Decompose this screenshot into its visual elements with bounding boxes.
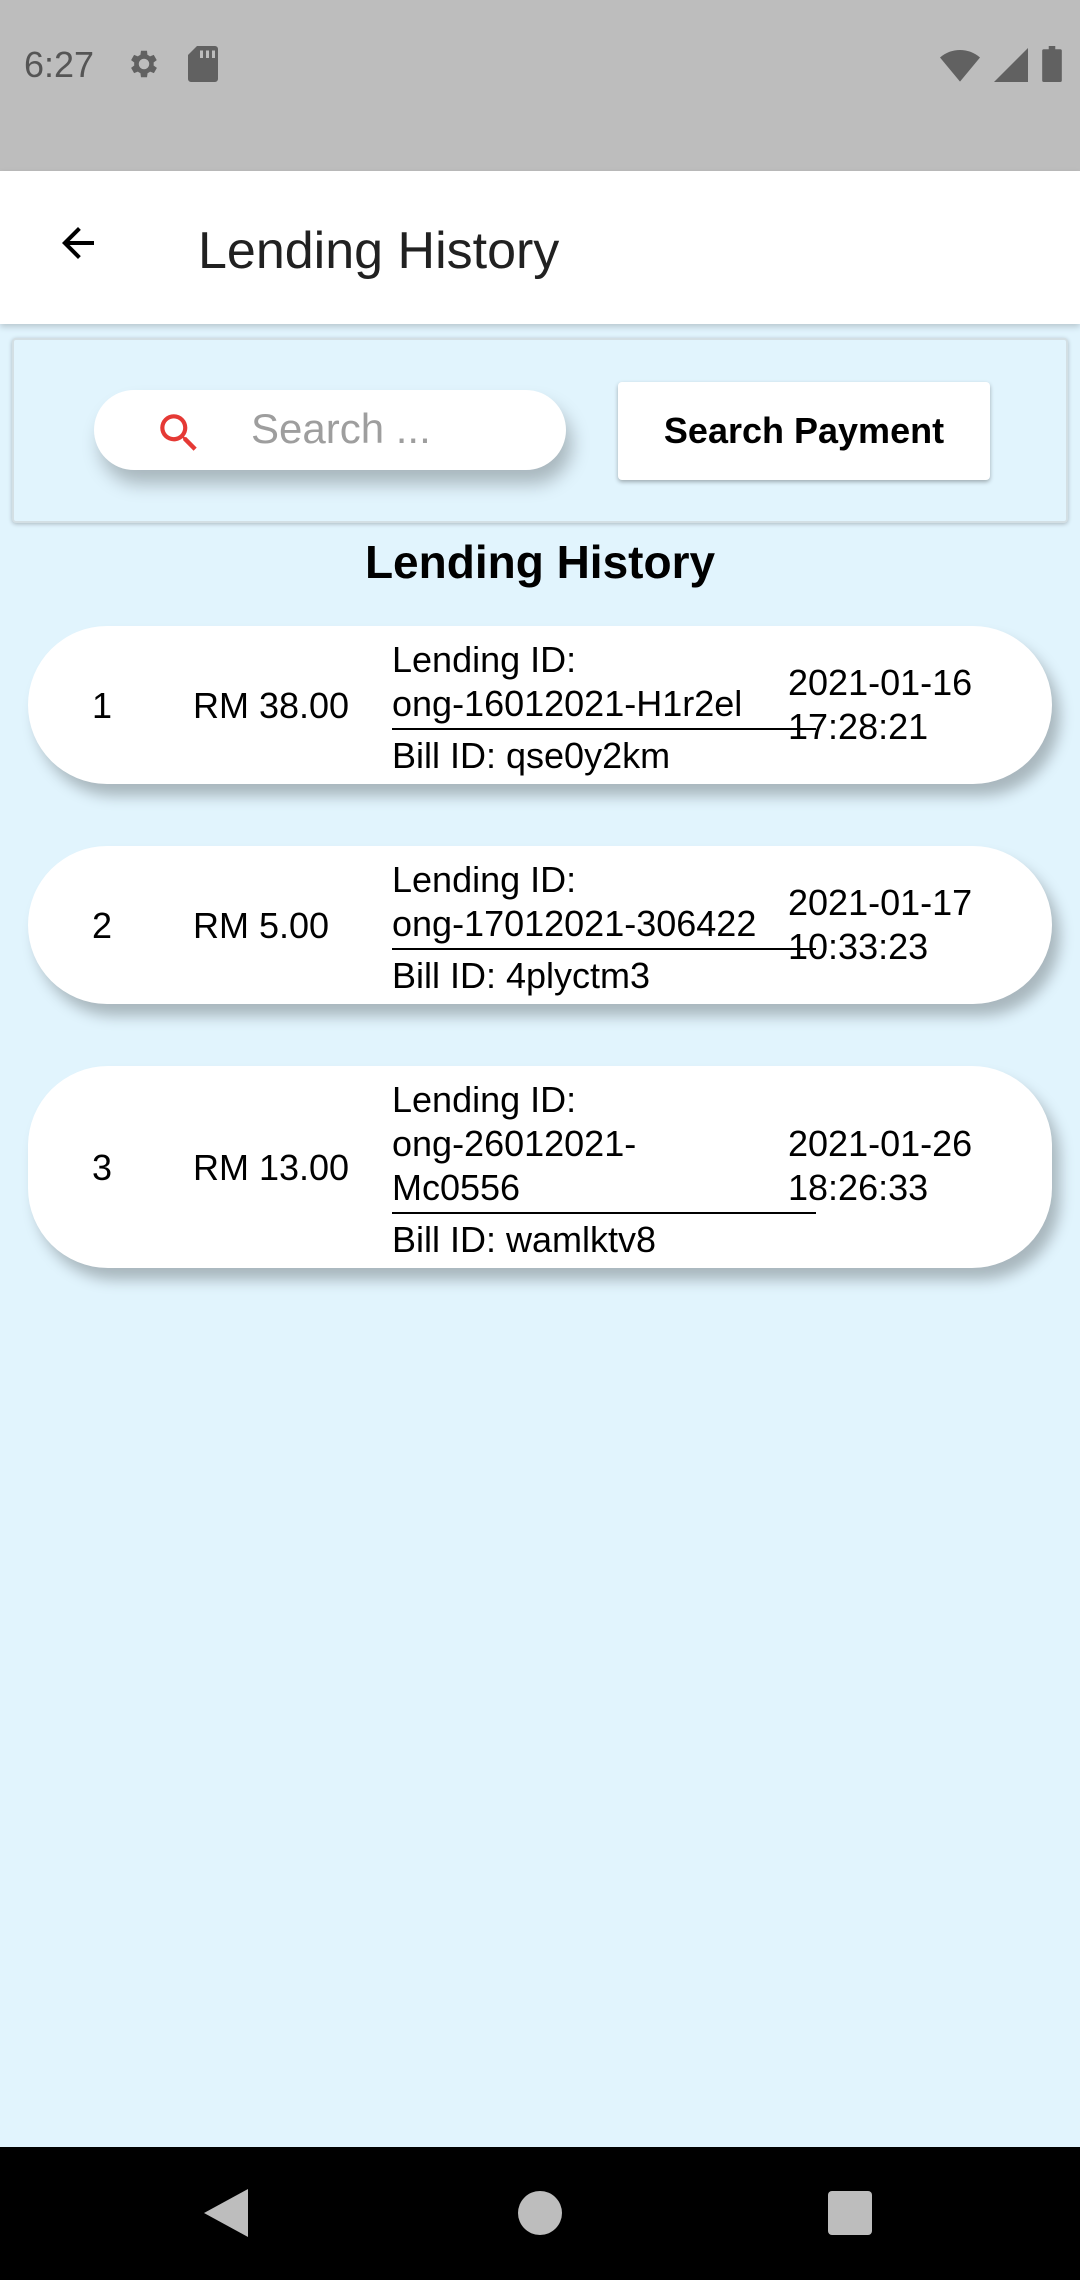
lending-id-label: Lending ID: [392,1079,577,1120]
sd-card-icon [188,46,218,87]
record-datetime: 2021-01-17 10:33:23 [788,881,1018,969]
battery-icon [1042,46,1062,87]
record-ids: Lending ID: ong-17012021-306422 Bill ID:… [392,858,816,998]
record-index: 1 [92,685,113,726]
record-ids: Lending ID: ong-26012021-Mc0556 Bill ID:… [392,1078,816,1262]
search-panel: Search Payment [12,338,1068,523]
record-date: 2021-01-26 [788,1123,973,1164]
nav-recents-button[interactable] [822,2187,878,2243]
section-heading: Lending History [364,536,716,588]
lending-id-label: Lending ID: [392,859,577,900]
recents-square-icon [828,2190,872,2240]
record-time: 17:28:21 [788,706,929,747]
gear-icon [126,46,162,87]
lending-id-value: ong-17012021-306422 [392,903,757,944]
record-ids: Lending ID: ong-16012021-H1r2el Bill ID:… [392,638,816,778]
arrow-left-icon [54,219,102,272]
record-date: 2021-01-16 [788,662,973,703]
record-time: 10:33:23 [788,926,929,967]
lending-card[interactable]: 3 RM 13.00 Lending ID: ong-26012021-Mc05… [28,1066,1052,1268]
lending-card[interactable]: 2 RM 5.00 Lending ID: ong-17012021-30642… [28,846,1052,1004]
nav-home-button[interactable] [512,2187,568,2243]
wifi-icon [940,48,980,87]
lending-id-block: Lending ID: ong-17012021-306422 [392,858,816,950]
lending-id-value: ong-26012021-Mc0556 [392,1123,637,1208]
record-time: 18:26:33 [788,1167,929,1208]
record-index: 2 [92,905,113,946]
bill-id: Bill ID: 4plyctm3 [392,955,651,996]
navigation-bar [0,2147,1080,2280]
back-triangle-icon [204,2188,248,2242]
search-payment-button[interactable]: Search Payment [618,382,990,480]
page-title: Lending History [198,222,560,280]
status-bar: 6:27 [0,0,1080,171]
record-datetime: 2021-01-16 17:28:21 [788,661,1018,749]
signal-icon [994,48,1028,87]
nav-back-button[interactable] [198,2187,254,2243]
status-left-icons [126,46,218,87]
status-time: 6:27 [24,44,95,85]
search-box[interactable] [94,390,566,470]
bill-id: Bill ID: wamlktv8 [392,1219,657,1260]
search-input[interactable] [249,398,543,460]
record-amount: RM 13.00 [193,1147,350,1188]
home-circle-icon [518,2190,562,2240]
lending-id-label: Lending ID: [392,639,577,680]
record-amount: RM 5.00 [193,905,330,946]
lending-id-block: Lending ID: ong-16012021-H1r2el [392,638,816,730]
lending-card[interactable]: 1 RM 38.00 Lending ID: ong-16012021-H1r2… [28,626,1052,784]
record-datetime: 2021-01-26 18:26:33 [788,1122,1018,1210]
app-bar: Lending History [0,171,1080,324]
lending-id-value: ong-16012021-H1r2el [392,683,743,724]
lending-id-block: Lending ID: ong-26012021-Mc0556 [392,1078,816,1214]
record-amount: RM 38.00 [193,685,350,726]
bill-id: Bill ID: qse0y2km [392,735,671,776]
search-icon [154,408,204,458]
back-button[interactable] [40,207,116,283]
record-index: 3 [92,1147,113,1188]
status-right-icons [940,46,1062,87]
record-date: 2021-01-17 [788,882,973,923]
